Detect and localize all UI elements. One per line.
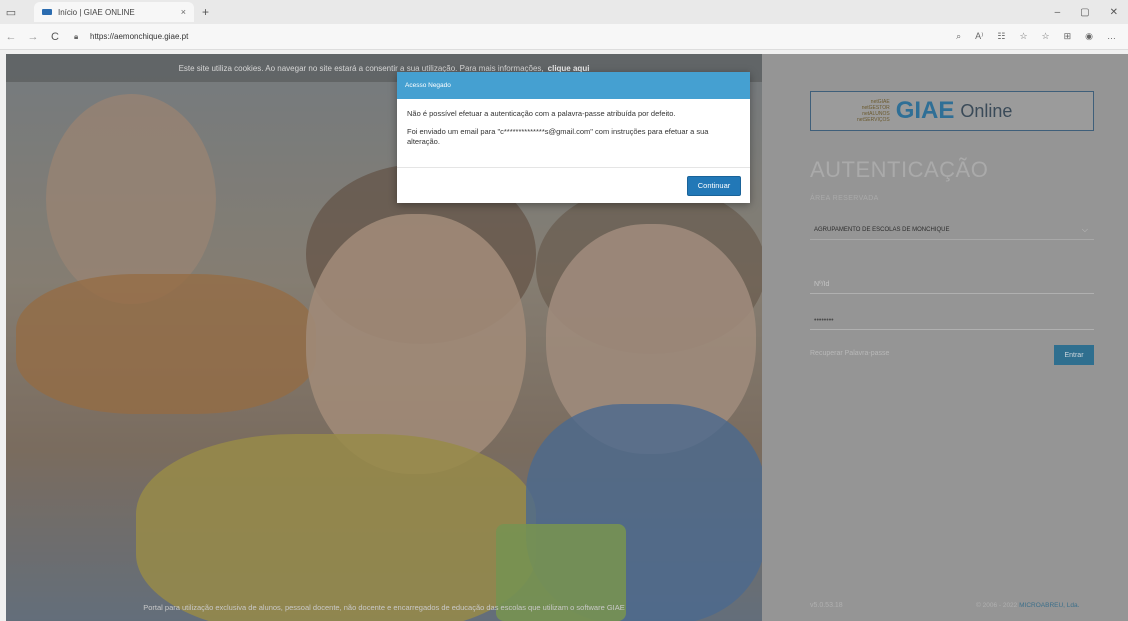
search-icon[interactable]: ⌕ [956, 31, 961, 42]
browser-toolbar: ← → C 🔒︎ https://aemonchique.giae.pt ⌕ A… [0, 24, 1128, 50]
tab-title: Início | GIAE ONLINE [58, 7, 135, 17]
address-bar[interactable]: 🔒︎ https://aemonchique.giae.pt [74, 28, 954, 46]
login-panel: netGIAE netGESTOR netALUNOS netSERVIÇOS … [762, 54, 1128, 621]
access-denied-dialog: Acesso Negado Não é possível efetuar a a… [397, 72, 750, 203]
favicon-icon [42, 9, 52, 15]
subtitle: ÁREA RESERVADA [810, 195, 879, 202]
copyright: © 2006 - 2022 MICROABREU, Lda. [976, 602, 1079, 609]
school-select-value: AGRUPAMENTO DE ESCOLAS DE MONCHIQUE [814, 226, 950, 233]
recover-password-link[interactable]: Recuperar Palavra-passe [810, 350, 889, 357]
toolbar-icons: ⌕ A⁾ ☷ ☆ ☆ ⊞ ◉ … [956, 31, 1128, 42]
lock-icon: 🔒︎ [74, 31, 79, 41]
enter-button[interactable]: Entrar [1054, 345, 1094, 365]
dialog-message-1: Não é possível efetuar a autenticação co… [407, 109, 676, 118]
giae-logo: netGIAE netGESTOR netALUNOS netSERVIÇOS … [810, 91, 1094, 131]
tab-close-icon[interactable]: × [181, 7, 186, 17]
logo-small-lines: netGIAE netGESTOR netALUNOS netSERVIÇOS [857, 99, 890, 123]
dialog-body: Não é possível efetuar a autenticação co… [397, 99, 750, 167]
favorites-icon[interactable]: ☆ [1042, 31, 1050, 42]
copyright-company-link[interactable]: MICROABREU, Lda. [1019, 602, 1079, 609]
password-field[interactable]: •••••••• [810, 312, 1094, 330]
user-field[interactable]: Nº/Id [810, 276, 1094, 294]
version-label: v5.0.53.18 [810, 602, 843, 609]
immersive-reader-icon[interactable]: ☷ [997, 31, 1005, 42]
read-aloud-icon[interactable]: A⁾ [975, 31, 983, 42]
reload-button[interactable]: C [44, 31, 66, 43]
collections-icon[interactable]: ⊞ [1064, 31, 1072, 42]
profile-icon[interactable]: ◉ [1085, 31, 1093, 42]
dialog-footer: Continuar [397, 167, 750, 203]
school-select[interactable]: AGRUPAMENTO DE ESCOLAS DE MONCHIQUE ⌵ [810, 220, 1094, 240]
window-controls: – ▢ ✕ [1055, 7, 1128, 18]
tab-actions-icon[interactable]: ▭ [0, 6, 22, 19]
footer-text: Portal para utilização exclusiva de alun… [143, 602, 625, 612]
page-title: AUTENTICAÇÃO [810, 157, 989, 182]
forward-button[interactable]: → [22, 31, 44, 43]
dialog-message-2: Foi enviado um email para "c************… [407, 127, 709, 146]
url-text: https://aemonchique.giae.pt [90, 32, 189, 41]
browser-tab[interactable]: Início | GIAE ONLINE × [34, 2, 194, 22]
logo-main: GIAE [895, 97, 955, 124]
continue-button[interactable]: Continuar [687, 175, 741, 196]
logo-sub: Online [960, 100, 1013, 121]
new-tab-button[interactable]: + [202, 5, 209, 19]
more-icon[interactable]: … [1107, 31, 1116, 42]
browser-tab-bar: ▭ Início | GIAE ONLINE × + – ▢ ✕ [0, 0, 1128, 24]
chevron-down-icon: ⌵ [1081, 224, 1088, 234]
copyright-prefix: © 2006 - 2022 [976, 602, 1020, 609]
favorite-icon[interactable]: ☆ [1019, 31, 1027, 42]
back-button[interactable]: ← [0, 31, 22, 43]
maximize-button[interactable]: ▢ [1080, 7, 1089, 18]
dialog-title: Acesso Negado [397, 72, 750, 99]
close-window-button[interactable]: ✕ [1110, 7, 1118, 18]
minimize-button[interactable]: – [1055, 7, 1061, 18]
